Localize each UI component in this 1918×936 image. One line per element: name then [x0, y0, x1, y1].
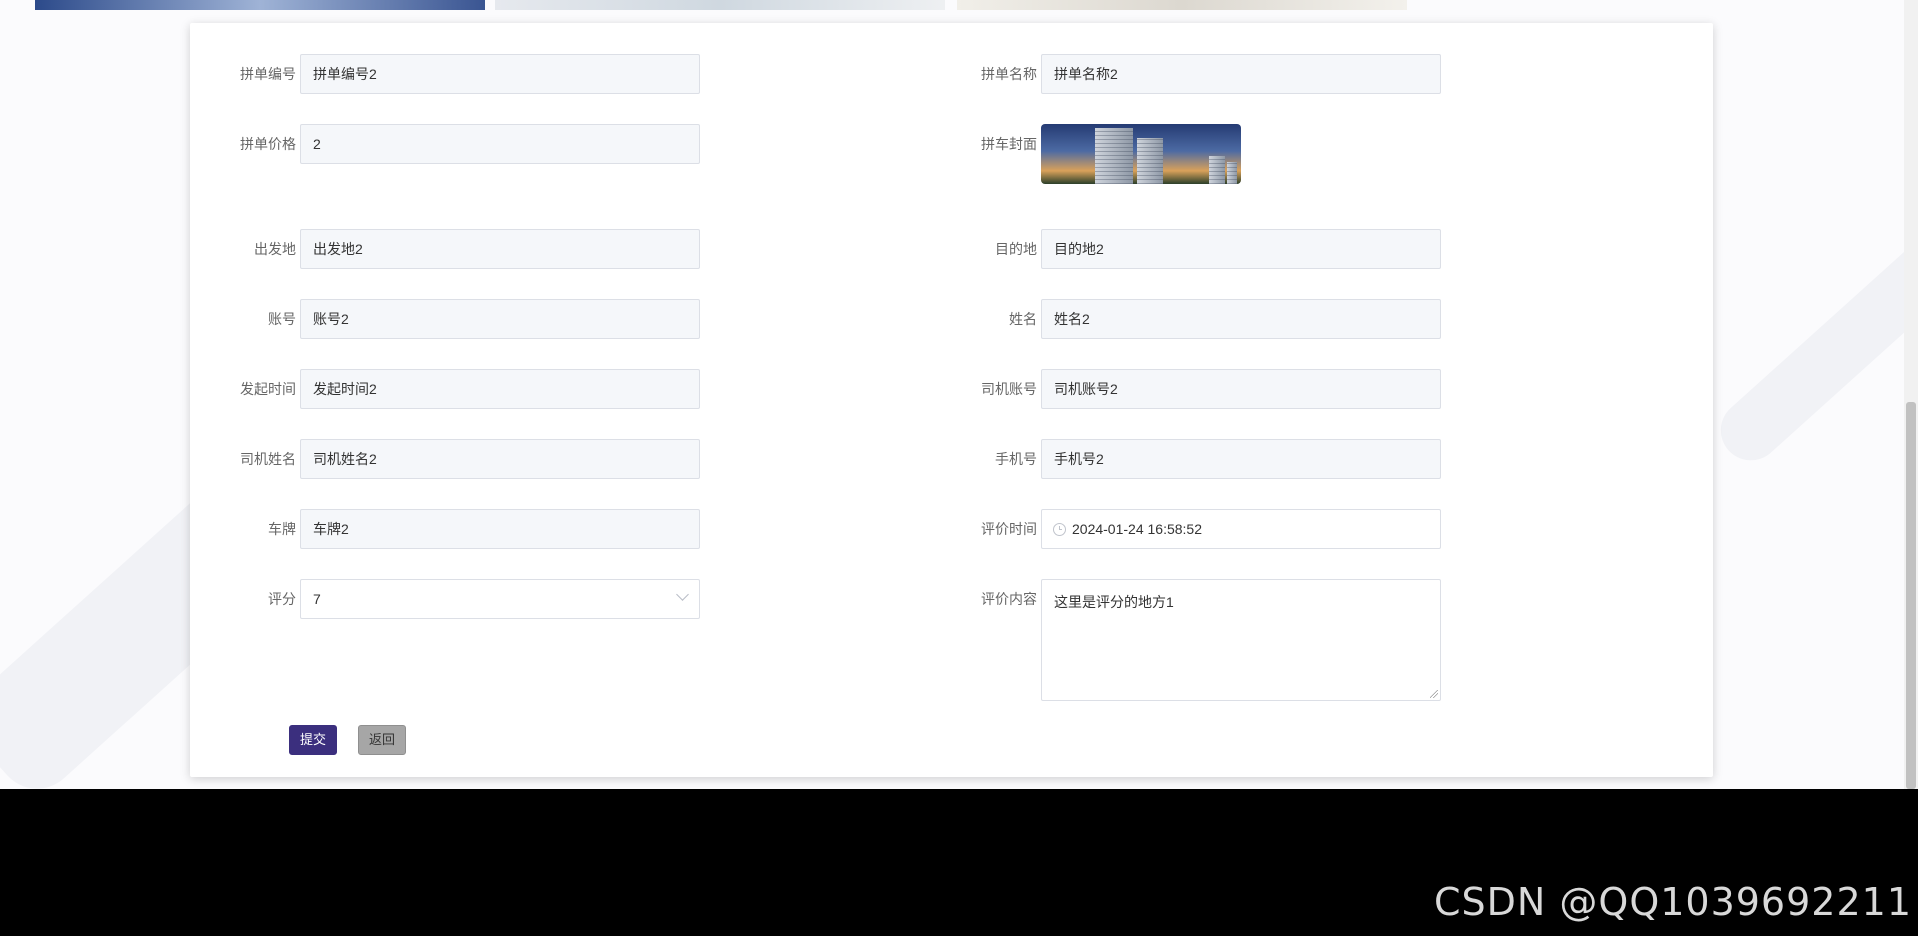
score-select-value: 7	[313, 591, 321, 607]
start-time-field[interactable]: 发起时间2	[300, 369, 700, 409]
order-name-field[interactable]: 拼单名称2	[1041, 54, 1441, 94]
field-label-cover: 拼车封面	[981, 136, 1037, 152]
field-label-start-time: 发起时间	[240, 381, 296, 397]
top-banner-image-1	[35, 0, 485, 10]
review-time-value: 2024-01-24 16:58:52	[1072, 521, 1202, 537]
chevron-down-icon	[676, 588, 689, 601]
driver-name-field[interactable]: 司机姓名2	[300, 439, 700, 479]
resize-handle[interactable]	[1430, 690, 1438, 698]
field-label-score: 评分	[268, 591, 296, 607]
field-label-account: 账号	[268, 311, 296, 327]
field-label-phone: 手机号	[995, 451, 1037, 467]
field-label-order-no: 拼单编号	[240, 66, 296, 82]
order-no-field[interactable]: 拼单编号2	[300, 54, 700, 94]
top-banner-image-2	[495, 0, 945, 10]
top-banner-image-3	[957, 0, 1407, 10]
review-content-textarea[interactable]: 这里是评分的地方1	[1041, 579, 1441, 701]
field-label-order-name: 拼单名称	[981, 66, 1037, 82]
submit-button[interactable]: 提交	[289, 725, 337, 755]
field-label-review-time: 评价时间	[981, 521, 1037, 537]
plate-field[interactable]: 车牌2	[300, 509, 700, 549]
field-label-price: 拼单价格	[240, 136, 296, 152]
field-label-review-content: 评价内容	[981, 591, 1037, 607]
cover-image	[1041, 124, 1241, 184]
field-label-destination: 目的地	[995, 241, 1037, 257]
review-content-text: 这里是评分的地方1	[1054, 594, 1174, 610]
account-field[interactable]: 账号2	[300, 299, 700, 339]
csdn-watermark: CSDN @QQ1039692211	[1433, 880, 1912, 924]
bg-decoration	[1708, 227, 1904, 473]
driver-account-field[interactable]: 司机账号2	[1041, 369, 1441, 409]
back-button[interactable]: 返回	[358, 725, 406, 755]
scrollbar-thumb[interactable]	[1906, 402, 1916, 789]
name-field[interactable]: 姓名2	[1041, 299, 1441, 339]
field-label-name: 姓名	[1009, 311, 1037, 327]
field-label-driver-name: 司机姓名	[240, 451, 296, 467]
departure-field[interactable]: 出发地2	[300, 229, 700, 269]
rating-form-card: 拼单编号 拼单编号2 拼单名称 拼单名称2 拼单价格 2 拼车封面 出发地 出发…	[190, 23, 1713, 777]
score-select[interactable]: 7	[300, 579, 700, 619]
field-label-plate: 车牌	[268, 521, 296, 537]
review-time-picker[interactable]: 2024-01-24 16:58:52	[1041, 509, 1441, 549]
destination-field[interactable]: 目的地2	[1041, 229, 1441, 269]
price-field[interactable]: 2	[300, 124, 700, 164]
phone-field[interactable]: 手机号2	[1041, 439, 1441, 479]
field-label-departure: 出发地	[254, 241, 296, 257]
field-label-driver-account: 司机账号	[981, 381, 1037, 397]
clock-icon	[1053, 523, 1066, 536]
